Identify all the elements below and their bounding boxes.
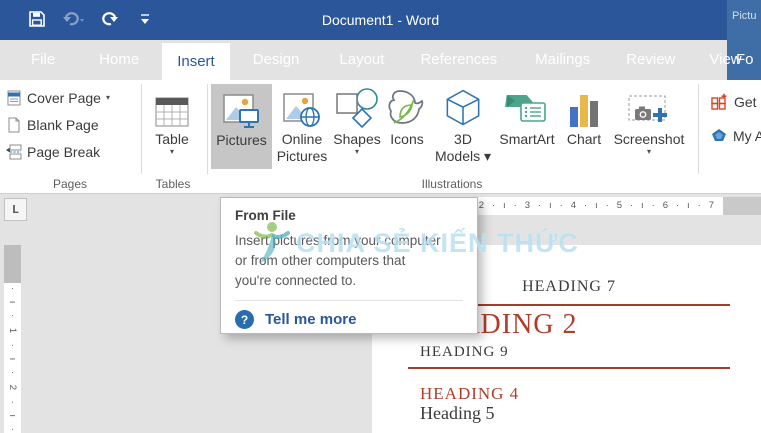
window-title: Document1 - Word (321, 12, 440, 28)
chart-icon (570, 95, 598, 127)
tooltip-line-3: you're connected to. (235, 273, 357, 288)
red-rule (408, 367, 730, 369)
table-dropdown-arrow[interactable]: ▾ (170, 148, 174, 156)
screenshot-label: Screenshot (613, 131, 685, 147)
vertical-ruler-margin (4, 245, 21, 283)
pictures-icon (222, 94, 259, 128)
pictures-tooltip: From File Insert pictures from your comp… (220, 197, 478, 334)
page-break-icon (6, 144, 22, 159)
blank-page-button[interactable]: Blank Page (6, 116, 110, 133)
tooltip-line-1: Insert pictures from your computer (235, 233, 441, 248)
my-add-ins-label: My A (733, 128, 761, 144)
tooltip-body: Insert pictures from your computer or fr… (235, 231, 463, 291)
my-add-ins-icon (712, 129, 726, 141)
online-pictures-button[interactable]: Online Pictures (272, 83, 332, 173)
page-break-button[interactable]: Page Break (6, 143, 110, 160)
my-add-ins-button[interactable]: My A (711, 128, 761, 144)
cover-page-button[interactable]: Cover Page ▾ (6, 89, 110, 106)
3d-models-cube-icon (446, 89, 480, 126)
get-add-ins-button[interactable]: Get (711, 93, 757, 110)
chart-button[interactable]: Chart (560, 83, 608, 173)
help-icon[interactable]: ? (235, 310, 254, 329)
chart-label: Chart (566, 131, 602, 147)
table-icon (155, 97, 189, 127)
vertical-ruler-scale: · ı · 1 · ı · 2 · ı · 3 · (4, 283, 21, 433)
screenshot-icon (628, 95, 667, 122)
online-pictures-label-2: Pictures (276, 148, 328, 164)
get-add-ins-label: Get (734, 93, 757, 110)
smartart-button[interactable]: SmartArt (494, 83, 560, 173)
ribbon: Cover Page ▾ Blank Page Page Break Pages… (0, 80, 761, 194)
vertical-ruler[interactable]: · ı · 1 · ı · 2 · ı · 3 · (4, 245, 21, 433)
screenshot-dropdown-arrow[interactable]: ▾ (647, 148, 651, 156)
page-break-label: Page Break (27, 143, 101, 160)
smartart-icon (505, 95, 546, 122)
tab-format-contextual[interactable]: Fo (727, 40, 761, 80)
3d-models-button[interactable]: 3D Models ▾ (432, 83, 494, 173)
tell-me-more-link[interactable]: Tell me more (265, 311, 356, 328)
group-separator (207, 84, 208, 174)
picture-tools-header: Pictu (732, 10, 757, 22)
3d-models-label-1: 3D (454, 131, 472, 147)
tab-stop-selector[interactable]: L (4, 198, 27, 221)
smartart-label: SmartArt (499, 131, 555, 147)
icons-label: Icons (390, 131, 424, 147)
ruler-right-margin (723, 197, 761, 215)
online-pictures-icon (283, 93, 320, 127)
pictures-button[interactable]: Pictures (211, 84, 272, 169)
word-window: Document1 - Word Pictu File Home Insert … (0, 0, 761, 433)
shapes-label: Shapes (333, 131, 381, 147)
cover-page-icon (7, 90, 21, 105)
tab-references[interactable]: References (405, 40, 512, 80)
tab-layout[interactable]: Layout (324, 40, 399, 80)
heading-9-text[interactable]: HEADING 9 (420, 344, 509, 361)
shapes-dropdown-arrow[interactable]: ▾ (355, 148, 359, 156)
tables-group-label: Tables (155, 177, 191, 191)
heading-5-text[interactable]: Heading 5 (420, 403, 494, 424)
tooltip-line-2: or from other computers that (235, 253, 406, 268)
pages-group-label: Pages (52, 177, 88, 191)
shapes-button[interactable]: Shapes ▾ (332, 83, 382, 173)
tab-file[interactable]: File (16, 40, 70, 80)
cover-page-label: Cover Page (27, 89, 101, 106)
group-separator (698, 84, 699, 174)
cover-page-dropdown-arrow[interactable]: ▾ (106, 93, 110, 102)
pages-group: Cover Page ▾ Blank Page Page Break (6, 89, 110, 160)
table-button[interactable]: Table ▾ (144, 83, 200, 173)
tab-insert[interactable]: Insert (162, 43, 230, 80)
icons-duck-icon (388, 90, 424, 124)
heading-4-text[interactable]: HEADING 4 (420, 384, 519, 404)
title-bar: Document1 - Word (0, 0, 761, 40)
tooltip-title: From File (235, 208, 296, 223)
3d-models-label-2: Models ▾ (434, 148, 492, 164)
group-separator (141, 84, 142, 174)
tab-home[interactable]: Home (84, 40, 154, 80)
get-add-ins-icon (711, 93, 727, 110)
screenshot-button[interactable]: Screenshot ▾ (608, 83, 690, 173)
online-pictures-label-1: Online (281, 131, 323, 147)
ribbon-tab-row: File Home Insert Design Layout Reference… (0, 40, 761, 80)
tab-mailings[interactable]: Mailings (520, 40, 605, 80)
illustrations-group-label: Illustrations (421, 177, 483, 191)
tab-review[interactable]: Review (611, 40, 690, 80)
icons-button[interactable]: Icons (382, 83, 432, 173)
pictures-label: Pictures (216, 132, 267, 148)
blank-page-icon (8, 117, 20, 132)
tooltip-divider (235, 300, 463, 301)
shapes-icon (336, 88, 378, 129)
blank-page-label: Blank Page (27, 116, 99, 133)
table-label: Table (155, 131, 189, 147)
tab-design[interactable]: Design (238, 40, 315, 80)
